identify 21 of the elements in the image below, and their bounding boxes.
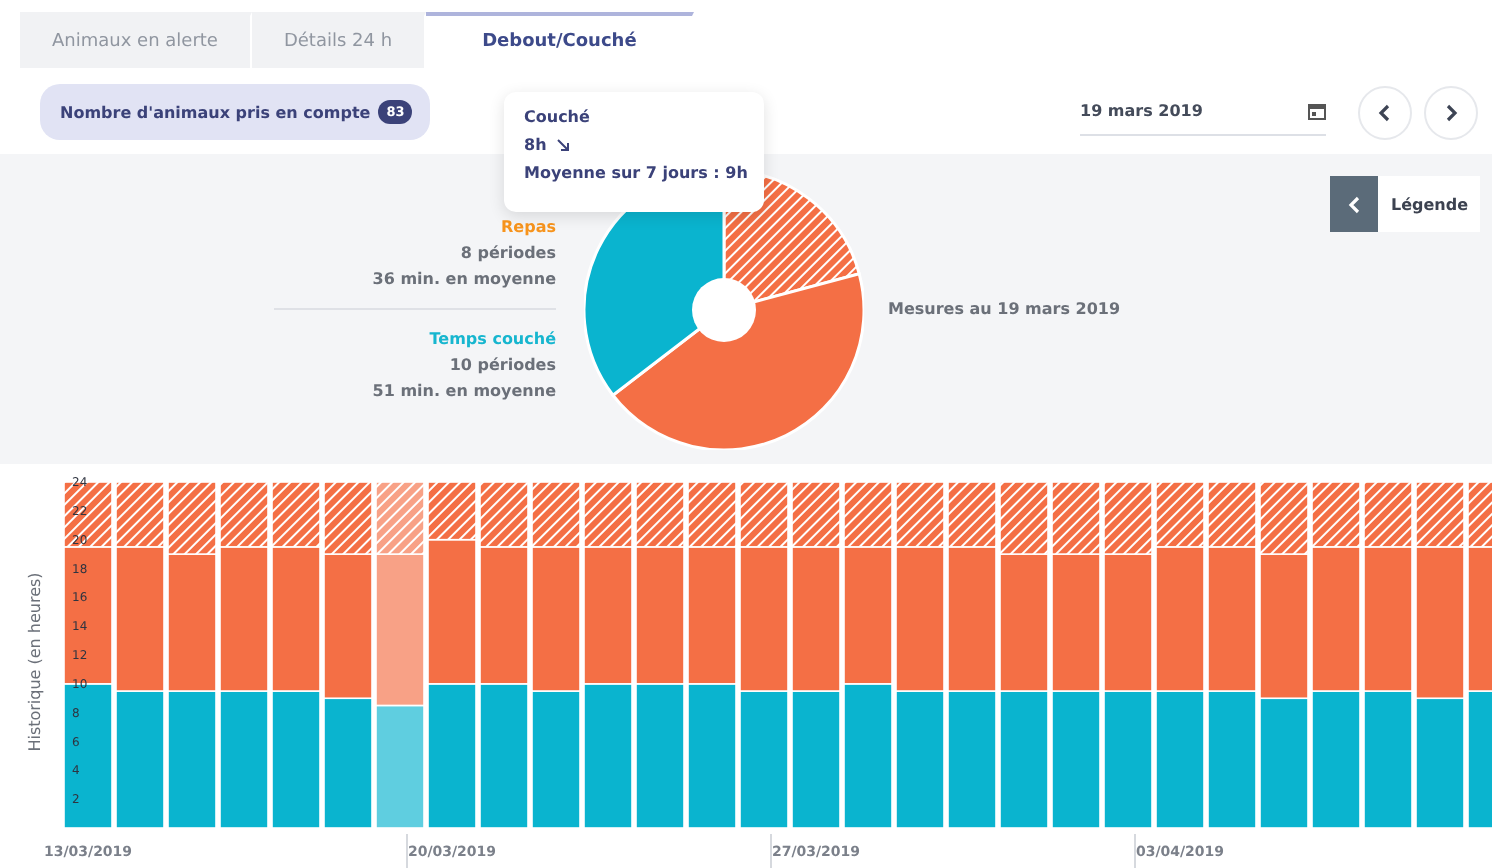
tooltip-value: 8h — [524, 136, 547, 154]
date-field[interactable]: 19 mars 2019 — [1080, 89, 1326, 135]
tooltip-title: Couché — [524, 108, 592, 126]
tooltip-text: Moyenne sur 7 jours : 9h — [524, 164, 744, 182]
calendar-icon — [1308, 102, 1326, 120]
legend-text: 10 périodes — [449, 354, 556, 378]
chart-caption: Mesures au 19 mars 2019 — [888, 300, 1121, 318]
chevron-left-icon — [1347, 195, 1362, 213]
legend-title: Repas — [501, 216, 556, 240]
chevron-left-icon — [1378, 103, 1392, 121]
chevron-right-icon — [1444, 103, 1458, 121]
previous-button[interactable] — [1358, 85, 1412, 139]
legend-text: 8 périodes — [460, 242, 556, 266]
chip-label: Nombre d'animaux pris en compte — [60, 103, 371, 121]
legend-text: 51 min. en moyenne — [372, 380, 556, 404]
legend-text: 36 min. en moyenne — [372, 268, 556, 292]
axis-title: Historique (en heures) — [26, 572, 44, 752]
legend-button[interactable]: Légende — [1330, 176, 1480, 232]
arrow-down-right-icon — [556, 138, 571, 152]
legend-title: Temps couché — [429, 328, 556, 352]
next-button[interactable] — [1424, 85, 1478, 139]
